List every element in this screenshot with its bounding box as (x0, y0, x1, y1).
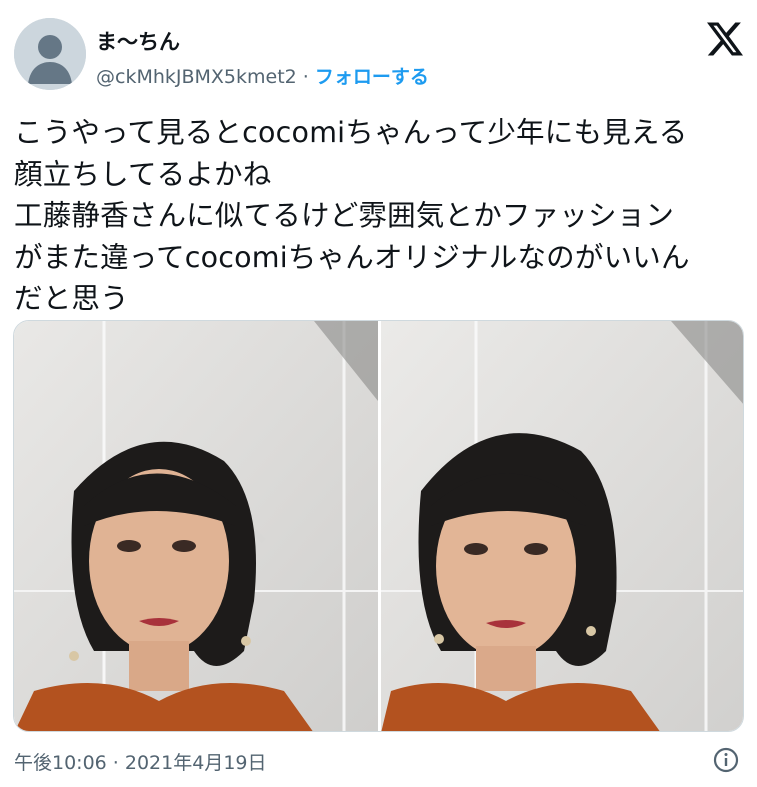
separator: · (302, 66, 309, 88)
default-avatar-icon (14, 18, 86, 90)
x-logo-icon[interactable] (707, 22, 743, 56)
photo-portrait-icon (14, 321, 378, 731)
tweet-text: こうやって見るとcocomiちゃんって少年にも見える 顔立ちしてるよかね 工藤静… (14, 112, 744, 320)
media-photo-1[interactable] (14, 321, 378, 731)
photo-portrait-icon (381, 321, 743, 731)
avatar[interactable] (14, 18, 86, 90)
media-photo-2[interactable] (381, 321, 743, 731)
tweet-line: 工藤静香さんに似てるけど雰囲気とかファッション (14, 199, 675, 232)
tweet-timestamp[interactable]: 午後10:06 · 2021年4月19日 (14, 748, 267, 775)
handle-row: @ckMhkJBMX5kmet2 · フォローする (96, 62, 429, 89)
tweet-line: だと思う (14, 282, 129, 315)
media-grid (13, 320, 744, 732)
info-icon[interactable] (711, 745, 741, 775)
user-handle[interactable]: @ckMhkJBMX5kmet2 (96, 66, 297, 88)
display-name[interactable]: ま〜ちん (96, 26, 180, 56)
tweet-card: ま〜ちん @ckMhkJBMX5kmet2 · フォローする こうやって見るとcoc… (0, 0, 757, 787)
tweet-line: こうやって見るとcocomiちゃんって少年にも見える (14, 116, 688, 149)
tweet-line: 顔立ちしてるよかね (14, 157, 272, 191)
follow-button[interactable]: フォローする (315, 66, 429, 88)
tweet-line: がまた違ってcocomiちゃんオリジナルなのがいいん (14, 240, 690, 274)
